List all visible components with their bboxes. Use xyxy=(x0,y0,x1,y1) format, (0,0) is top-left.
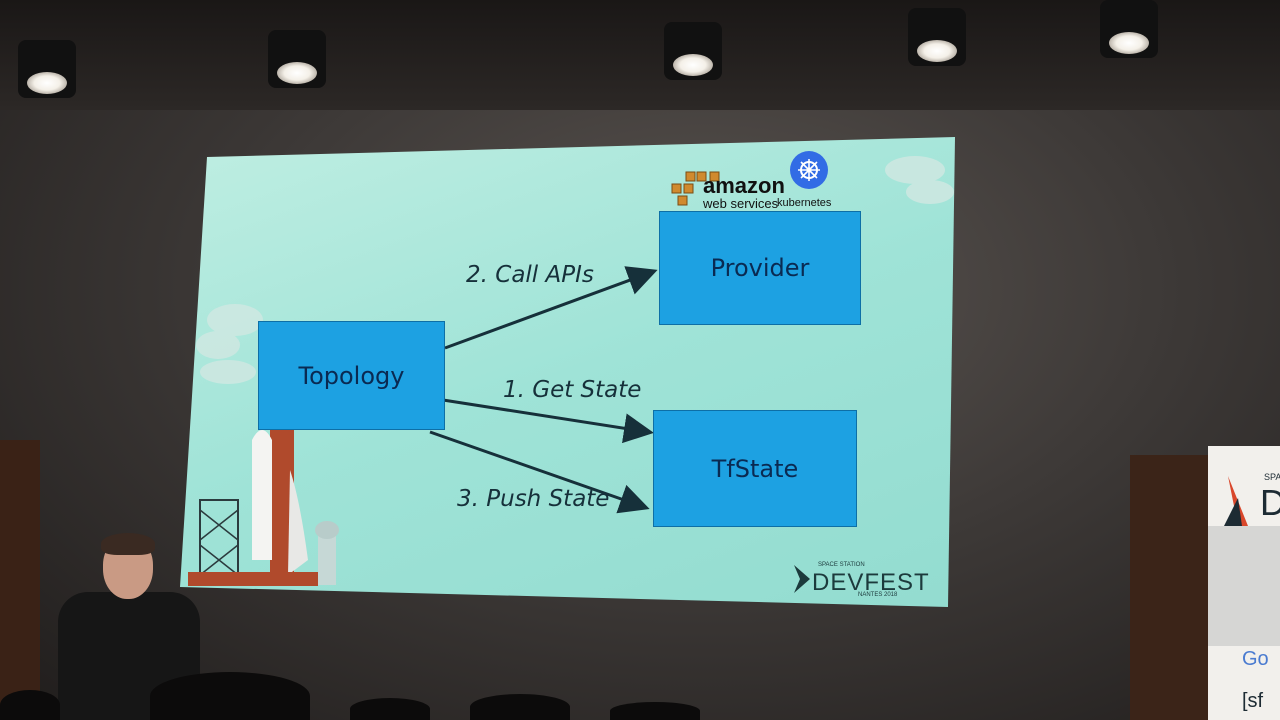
banner-line-2: [sf xyxy=(1242,690,1264,712)
audience-head xyxy=(470,694,570,720)
step-call-apis: 2. Call APIs xyxy=(466,262,594,288)
topology-box: Topology xyxy=(258,321,445,430)
aws-webservices-text: web services xyxy=(703,196,779,211)
banner-letter: D xyxy=(1260,482,1280,523)
audience-head xyxy=(350,698,430,720)
kubernetes-logo-icon xyxy=(790,151,828,189)
provider-label: Provider xyxy=(710,254,810,282)
provider-box: Provider xyxy=(659,211,861,325)
audience-head xyxy=(610,702,700,720)
arrow-get-state xyxy=(442,398,654,444)
rocket-illustration xyxy=(188,430,339,586)
speaker-hair xyxy=(101,533,155,555)
roll-up-banner: SPA D Go [sf xyxy=(1208,446,1280,720)
audience-head xyxy=(150,672,310,720)
topology-label: Topology xyxy=(298,361,405,390)
devfest-bottom-text: NANTES 2018 xyxy=(858,592,898,598)
kubernetes-text: kubernetes xyxy=(777,197,832,209)
banner-logo-icon xyxy=(1224,476,1248,526)
banner-line-1: Go xyxy=(1242,648,1269,670)
tfstate-box: TfState xyxy=(653,410,857,527)
step-push-state: 3. Push State xyxy=(457,486,610,512)
devfest-top-text: SPACE STATION xyxy=(818,562,865,568)
tfstate-label: TfState xyxy=(711,454,799,483)
step-get-state: 1. Get State xyxy=(503,377,642,403)
devfest-chevron-icon xyxy=(794,565,810,593)
banner-top-text: SPA xyxy=(1264,472,1280,482)
banner-cloud-art xyxy=(1208,526,1280,646)
audience-head xyxy=(0,690,60,720)
